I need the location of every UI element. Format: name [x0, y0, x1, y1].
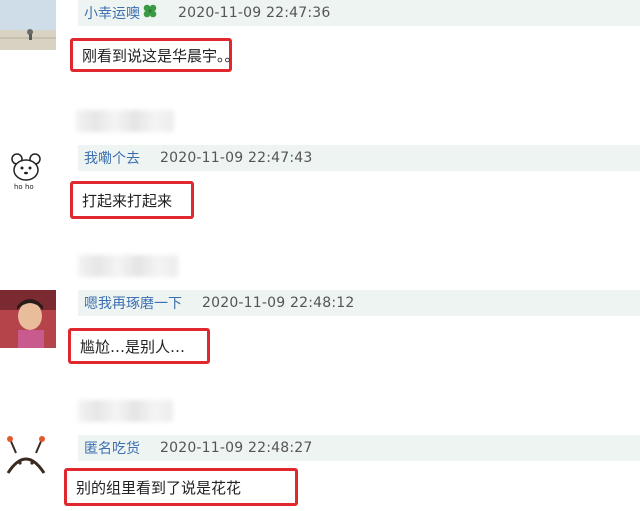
comment-item: ho ho 我嘞个去 2020-11-09 22:47:43 打起来打起来	[0, 145, 640, 277]
username-link[interactable]: 小幸运噢	[84, 3, 140, 23]
comment-text: 刚看到说这是华晨宇。。	[70, 38, 240, 72]
comment-timestamp: 2020-11-09 22:47:36	[178, 5, 331, 21]
comment-item: 小幸运噢 2020-11-09 22:47:36 刚看到说这是华晨宇。。	[0, 0, 640, 132]
blurred-reply	[78, 400, 173, 422]
comment-text: 尴尬…是别人…	[68, 328, 210, 364]
man-photo-avatar	[0, 290, 56, 348]
avatar[interactable]	[0, 0, 56, 50]
avatar[interactable]: ho ho	[0, 145, 56, 201]
comment-item: 匿名吃货 2020-11-09 22:48:27 别的组里看到了说是花花	[0, 435, 640, 511]
cartoon-bear-avatar: ho ho	[0, 145, 56, 201]
comment-header: 小幸运噢 2020-11-09 22:47:36	[78, 0, 640, 26]
avatar[interactable]	[0, 435, 56, 491]
comment-header: 嗯我再琢磨一下 2020-11-09 22:48:12	[78, 290, 640, 316]
username-link[interactable]: 我嘞个去	[84, 148, 140, 168]
landscape-photo-avatar	[0, 0, 56, 50]
blurred-reply	[76, 110, 174, 132]
four-leaf-clover-icon	[142, 3, 158, 23]
username-link[interactable]: 嗯我再琢磨一下	[84, 293, 182, 313]
comment-text: 打起来打起来	[70, 181, 194, 219]
svg-text:ho ho: ho ho	[14, 183, 34, 191]
blurred-reply	[78, 255, 178, 277]
comment-timestamp: 2020-11-09 22:47:43	[160, 150, 313, 166]
cartoon-bug-avatar	[0, 435, 56, 491]
comment-timestamp: 2020-11-09 22:48:27	[160, 440, 313, 456]
comment-text: 别的组里看到了说是花花	[64, 468, 298, 506]
comment-item: 嗯我再琢磨一下 2020-11-09 22:48:12 尴尬…是别人…	[0, 290, 640, 422]
comment-header: 我嘞个去 2020-11-09 22:47:43	[78, 145, 640, 171]
username-link[interactable]: 匿名吃货	[84, 438, 140, 458]
avatar[interactable]	[0, 290, 56, 348]
comment-timestamp: 2020-11-09 22:48:12	[202, 295, 355, 311]
comment-header: 匿名吃货 2020-11-09 22:48:27	[78, 435, 640, 461]
